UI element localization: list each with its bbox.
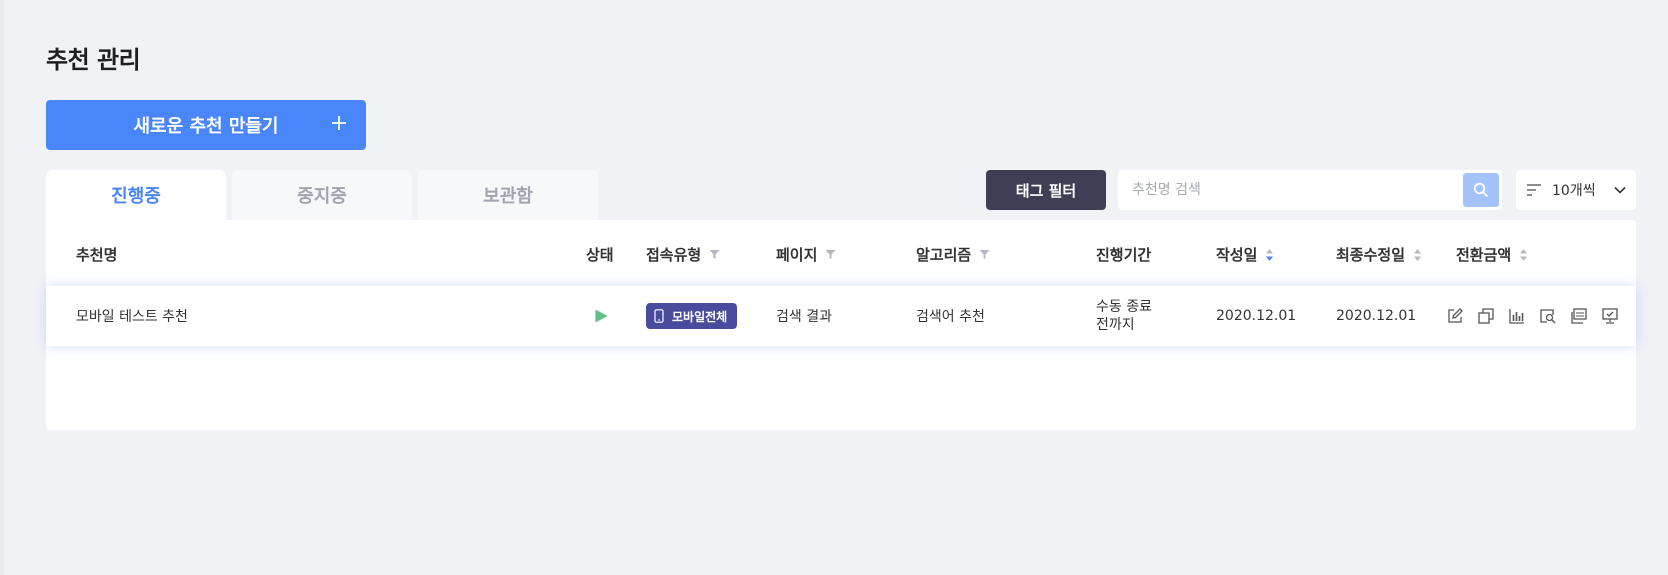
row-name[interactable]: 모바일 테스트 추천 [76, 286, 188, 346]
tab-stopped[interactable]: 중지중 [232, 170, 412, 220]
page-title: 추천 관리 [46, 46, 141, 74]
access-type-badge: 모바일전체 [646, 303, 738, 329]
column-header-period: 진행기간 [1096, 244, 1151, 265]
column-label: 페이지 [776, 246, 818, 264]
row-page: 검색 결과 [776, 309, 832, 325]
funnel-icon[interactable] [825, 249, 836, 260]
column-header-access-type: 접속유형 [646, 244, 720, 265]
row-created: 2020.12.01 [1216, 308, 1297, 324]
column-header-conversion: 전환금액 [1456, 244, 1528, 265]
column-label: 추천명 [76, 246, 118, 264]
column-header-name: 추천명 [76, 244, 117, 265]
funnel-icon[interactable] [709, 249, 720, 260]
page-size-dropdown[interactable]: 10개씩 [1516, 170, 1636, 210]
tag-filter-button[interactable]: 태그 필터 [986, 170, 1106, 210]
column-label: 알고리즘 [916, 246, 972, 264]
recommendation-table: 추천명 상태 접속유형 페이지 알고리즘 진행기간 작성일 최종수정일 전환금액… [46, 220, 1636, 430]
badge-label: 모바일전체 [672, 309, 728, 324]
create-button-label: 새로운 추천 만들기 [133, 116, 279, 137]
plus-icon [332, 116, 346, 130]
window-edge [0, 0, 4, 575]
column-header-algorithm: 알고리즘 [916, 244, 990, 265]
row-status [594, 286, 608, 346]
page-size-label: 10개씩 [1552, 183, 1596, 199]
funnel-icon[interactable] [979, 249, 990, 260]
tab-archive[interactable]: 보관함 [418, 170, 598, 220]
column-label: 작성일 [1216, 246, 1258, 264]
table-row[interactable]: 모바일 테스트 추천 모바일전체 검색 결과 검색어 추천 수동 종료 전까지 … [46, 286, 1636, 346]
create-recommendation-button[interactable]: 새로운 추천 만들기 [46, 100, 366, 150]
edit-icon[interactable] [1444, 306, 1465, 327]
row-actions [1444, 286, 1620, 346]
mobile-icon [654, 309, 664, 323]
column-label: 상태 [586, 246, 614, 264]
column-header-status: 상태 [586, 244, 614, 265]
column-label: 전환금액 [1456, 246, 1512, 264]
period-line-2: 전까지 [1096, 317, 1135, 333]
column-header-page: 페이지 [776, 244, 836, 265]
column-label: 최종수정일 [1336, 246, 1406, 264]
preview-search-icon[interactable] [1537, 306, 1558, 327]
bar-chart-icon[interactable] [1506, 306, 1527, 327]
search-button[interactable] [1463, 173, 1499, 207]
search-icon [1473, 182, 1489, 198]
chevron-down-icon [1614, 186, 1626, 194]
period-line-1: 수동 종료 [1096, 299, 1152, 315]
column-label: 진행기간 [1096, 246, 1152, 264]
table-header: 추천명 상태 접속유형 페이지 알고리즘 진행기간 작성일 최종수정일 전환금액 [46, 220, 1636, 286]
monitor-check-icon[interactable] [1599, 306, 1620, 327]
calendar-report-icon[interactable] [1568, 306, 1589, 327]
row-algorithm: 검색어 추천 [916, 309, 985, 325]
column-header-created: 작성일 [1216, 244, 1274, 265]
row-access-type: 모바일전체 [646, 286, 738, 346]
sort-icon[interactable] [1519, 248, 1528, 262]
column-header-modified: 최종수정일 [1336, 244, 1422, 265]
row-period: 수동 종료 전까지 [1096, 286, 1152, 346]
tab-in-progress[interactable]: 진행중 [46, 170, 226, 220]
copy-icon[interactable] [1475, 306, 1496, 327]
column-label: 접속유형 [646, 246, 702, 264]
sort-icon[interactable] [1413, 248, 1422, 262]
play-icon[interactable] [594, 309, 608, 323]
search-input[interactable] [1118, 170, 1463, 210]
row-modified: 2020.12.01 [1336, 308, 1417, 324]
list-sort-icon [1527, 184, 1541, 196]
tab-bar: 진행중 중지중 보관함 [46, 170, 598, 220]
sort-icon[interactable] [1265, 248, 1274, 262]
search-box [1118, 170, 1502, 210]
